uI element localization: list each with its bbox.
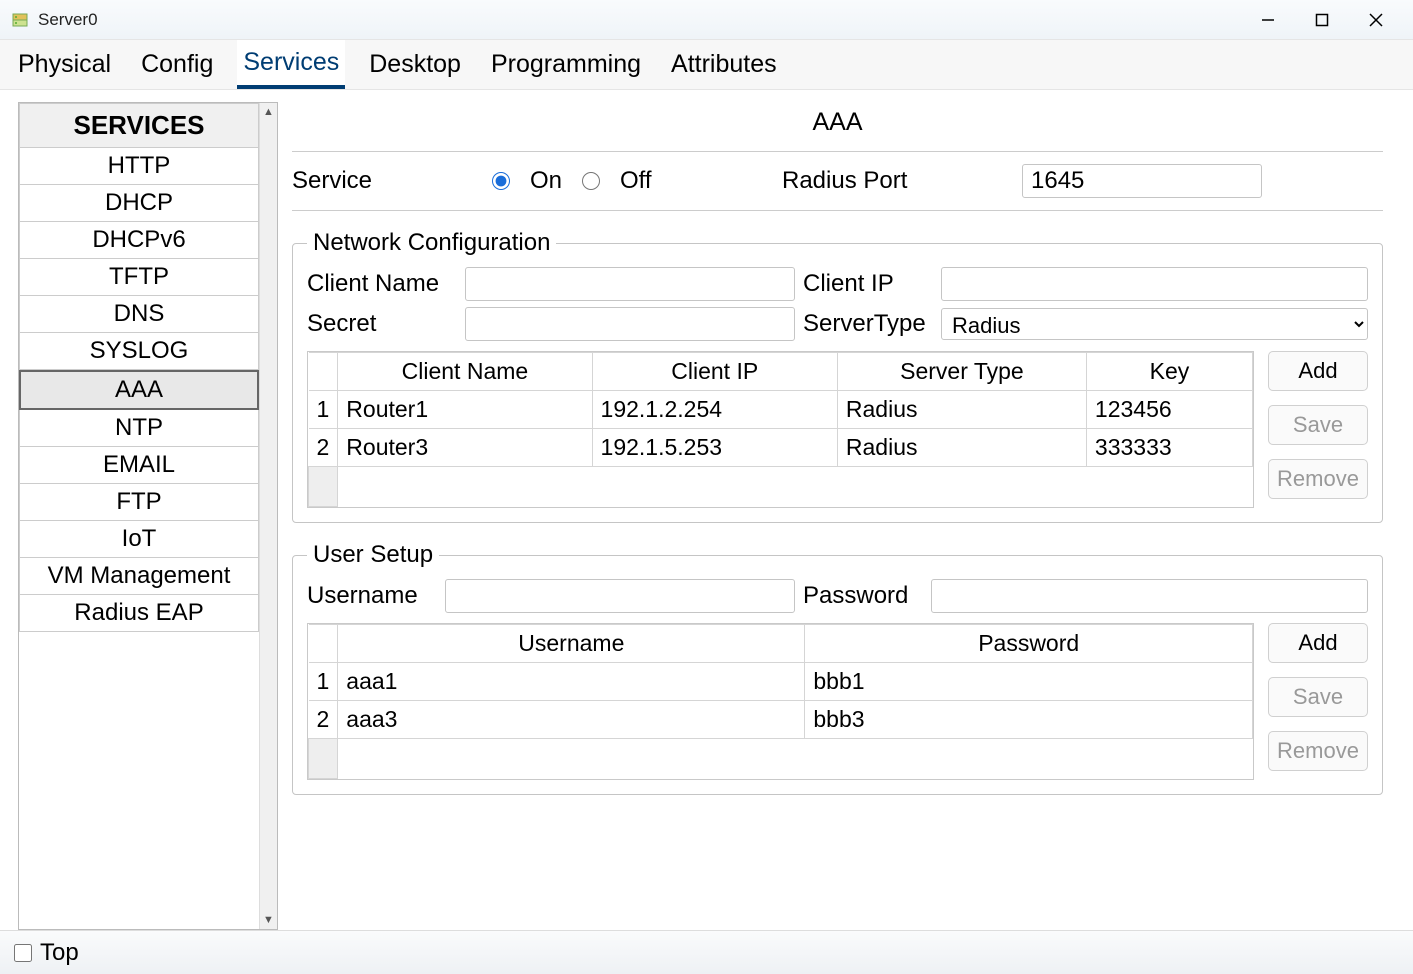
server-type-select[interactable]: Radius bbox=[941, 308, 1368, 340]
radius-port-input[interactable] bbox=[1022, 164, 1262, 198]
server-icon bbox=[10, 10, 30, 30]
cell-key[interactable]: 123456 bbox=[1086, 391, 1252, 429]
row-index: 2 bbox=[309, 701, 338, 739]
sidebar-item-dhcp[interactable]: DHCP bbox=[19, 185, 259, 222]
user-header-index bbox=[309, 625, 338, 663]
table-row[interactable]: 1 aaa1 bbb1 bbox=[309, 663, 1253, 701]
sidebar-header: SERVICES bbox=[19, 103, 259, 148]
service-on-label: On bbox=[530, 167, 562, 195]
network-remove-button[interactable]: Remove bbox=[1268, 459, 1368, 499]
service-row: Service On Off Radius Port bbox=[292, 152, 1383, 211]
network-header-client-ip[interactable]: Client IP bbox=[592, 353, 837, 391]
sidebar-scrollbar[interactable]: ▲ ▼ bbox=[259, 103, 277, 929]
service-off-radio[interactable] bbox=[582, 172, 600, 190]
bottom-bar: Top bbox=[0, 930, 1413, 974]
radius-port-label: Radius Port bbox=[782, 167, 1012, 195]
empty-row bbox=[309, 467, 1253, 507]
top-label: Top bbox=[40, 939, 79, 967]
cell-client-name[interactable]: Router3 bbox=[338, 429, 592, 467]
user-setup-legend: User Setup bbox=[307, 541, 439, 569]
user-header-username[interactable]: Username bbox=[338, 625, 805, 663]
secret-label: Secret bbox=[307, 310, 457, 338]
network-header-client-name[interactable]: Client Name bbox=[338, 353, 592, 391]
network-header-key[interactable]: Key bbox=[1086, 353, 1252, 391]
tab-programming[interactable]: Programming bbox=[485, 42, 647, 87]
user-add-button[interactable]: Add bbox=[1268, 623, 1368, 663]
network-save-button[interactable]: Save bbox=[1268, 405, 1368, 445]
tab-desktop[interactable]: Desktop bbox=[363, 42, 467, 87]
service-label: Service bbox=[292, 167, 482, 195]
network-header-server-type[interactable]: Server Type bbox=[837, 353, 1086, 391]
sidebar-item-aaa[interactable]: AAA bbox=[19, 370, 259, 410]
network-header-index bbox=[309, 353, 338, 391]
cell-server-type[interactable]: Radius bbox=[837, 429, 1086, 467]
tab-physical[interactable]: Physical bbox=[12, 42, 117, 87]
top-checkbox[interactable] bbox=[14, 944, 32, 962]
row-index: 2 bbox=[309, 429, 338, 467]
table-row[interactable]: 2 Router3 192.1.5.253 Radius 333333 bbox=[309, 429, 1253, 467]
tab-services[interactable]: Services bbox=[237, 40, 345, 89]
cell-key[interactable]: 333333 bbox=[1086, 429, 1252, 467]
window-title: Server0 bbox=[38, 10, 98, 30]
tab-attributes[interactable]: Attributes bbox=[665, 42, 783, 87]
client-ip-input[interactable] bbox=[941, 267, 1368, 301]
username-input[interactable] bbox=[445, 579, 795, 613]
network-table: Client Name Client IP Server Type Key 1 … bbox=[307, 351, 1254, 508]
service-on-radio[interactable] bbox=[492, 172, 510, 190]
sidebar-item-radius-eap[interactable]: Radius EAP bbox=[19, 595, 259, 632]
service-off-label: Off bbox=[620, 167, 652, 195]
cell-password[interactable]: bbb1 bbox=[805, 663, 1253, 701]
sidebar-item-ntp[interactable]: NTP bbox=[19, 410, 259, 447]
tab-bar: Physical Config Services Desktop Program… bbox=[0, 40, 1413, 90]
cell-username[interactable]: aaa3 bbox=[338, 701, 805, 739]
sidebar-item-tftp[interactable]: TFTP bbox=[19, 259, 259, 296]
cell-server-type[interactable]: Radius bbox=[837, 391, 1086, 429]
empty-row bbox=[309, 739, 1253, 779]
user-setup-group: User Setup Username Password Username Pa… bbox=[292, 541, 1383, 795]
row-index: 1 bbox=[309, 391, 338, 429]
table-row[interactable]: 1 Router1 192.1.2.254 Radius 123456 bbox=[309, 391, 1253, 429]
client-name-label: Client Name bbox=[307, 270, 457, 298]
user-save-button[interactable]: Save bbox=[1268, 677, 1368, 717]
scroll-up-icon[interactable]: ▲ bbox=[260, 103, 277, 121]
user-remove-button[interactable]: Remove bbox=[1268, 731, 1368, 771]
password-label: Password bbox=[803, 582, 923, 610]
client-ip-label: Client IP bbox=[803, 270, 933, 298]
server-type-label: ServerType bbox=[803, 310, 933, 338]
network-config-group: Network Configuration Client Name Client… bbox=[292, 229, 1383, 523]
sidebar-item-dns[interactable]: DNS bbox=[19, 296, 259, 333]
tab-config[interactable]: Config bbox=[135, 42, 219, 87]
cell-password[interactable]: bbb3 bbox=[805, 701, 1253, 739]
sidebar-item-iot[interactable]: IoT bbox=[19, 521, 259, 558]
sidebar-item-dhcpv6[interactable]: DHCPv6 bbox=[19, 222, 259, 259]
cell-client-ip[interactable]: 192.1.2.254 bbox=[592, 391, 837, 429]
user-header-password[interactable]: Password bbox=[805, 625, 1253, 663]
cell-client-ip[interactable]: 192.1.5.253 bbox=[592, 429, 837, 467]
sidebar-item-ftp[interactable]: FTP bbox=[19, 484, 259, 521]
secret-input[interactable] bbox=[465, 307, 795, 341]
sidebar-item-email[interactable]: EMAIL bbox=[19, 447, 259, 484]
sidebar-item-vm-management[interactable]: VM Management bbox=[19, 558, 259, 595]
password-input[interactable] bbox=[931, 579, 1368, 613]
scroll-down-icon[interactable]: ▼ bbox=[260, 911, 277, 929]
close-button[interactable] bbox=[1364, 8, 1388, 32]
cell-username[interactable]: aaa1 bbox=[338, 663, 805, 701]
network-add-button[interactable]: Add bbox=[1268, 351, 1368, 391]
maximize-button[interactable] bbox=[1310, 8, 1334, 32]
page-title: AAA bbox=[292, 102, 1383, 152]
titlebar: Server0 bbox=[0, 0, 1413, 40]
table-row[interactable]: 2 aaa3 bbb3 bbox=[309, 701, 1253, 739]
sidebar-item-http[interactable]: HTTP bbox=[19, 148, 259, 185]
network-config-legend: Network Configuration bbox=[307, 229, 556, 257]
row-index: 1 bbox=[309, 663, 338, 701]
username-label: Username bbox=[307, 582, 437, 610]
cell-client-name[interactable]: Router1 bbox=[338, 391, 592, 429]
client-name-input[interactable] bbox=[465, 267, 795, 301]
sidebar-item-syslog[interactable]: SYSLOG bbox=[19, 333, 259, 370]
sidebar: SERVICES HTTP DHCP DHCPv6 TFTP DNS SYSLO… bbox=[18, 102, 278, 930]
user-table: Username Password 1 aaa1 bbb1 2 aaa3 bbb… bbox=[307, 623, 1254, 780]
minimize-button[interactable] bbox=[1256, 8, 1280, 32]
